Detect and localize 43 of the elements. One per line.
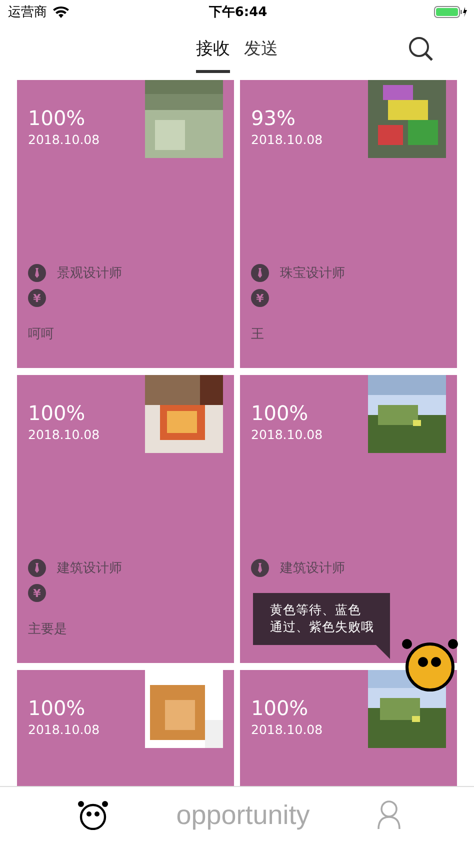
progress-percent: 93% bbox=[251, 106, 296, 130]
opportunity-tab[interactable]: opportunity bbox=[176, 800, 310, 830]
card-date: 2018.10.08 bbox=[28, 722, 100, 737]
progress-percent: 100% bbox=[28, 696, 86, 720]
progress-percent: 100% bbox=[251, 696, 310, 720]
progress-percent: 100% bbox=[28, 401, 86, 425]
mascot-icon[interactable] bbox=[401, 638, 459, 692]
job-title: 珠宝设计师 bbox=[280, 265, 345, 282]
job-title: 建筑设计师 bbox=[57, 560, 122, 577]
battery-icon bbox=[434, 5, 468, 19]
task-card[interactable]: 93% 2018.10.08 珠宝设计师 ¥ 王 bbox=[240, 80, 457, 368]
carrier-name: 运营商 bbox=[8, 4, 47, 21]
card-note: 王 bbox=[251, 326, 264, 343]
mascot-tab-icon[interactable] bbox=[77, 800, 110, 830]
nav-tab[interactable]: 接收 bbox=[196, 29, 230, 73]
card-date: 2018.10.08 bbox=[251, 722, 323, 737]
currency-icon: ¥ bbox=[28, 584, 46, 602]
nav-tab[interactable]: 发送 bbox=[244, 29, 278, 73]
tooltip-text: 黄色等待、蓝色 bbox=[270, 601, 361, 618]
progress-percent: 100% bbox=[28, 106, 86, 130]
card-date: 2018.10.08 bbox=[28, 427, 100, 442]
tie-icon bbox=[28, 264, 46, 282]
card-note: 主要是 bbox=[28, 621, 67, 638]
progress-percent: 100% bbox=[251, 401, 310, 425]
tooltip-text: 通过、紫色失败哦 bbox=[270, 618, 374, 635]
card-date: 2018.10.08 bbox=[28, 132, 100, 147]
task-card[interactable]: 100% 2018.10.08 bbox=[17, 670, 234, 786]
job-title: 景观设计师 bbox=[57, 265, 122, 282]
job-title: 建筑设计师 bbox=[280, 560, 345, 577]
status-time: 下午6:44 bbox=[208, 4, 268, 21]
tie-icon bbox=[251, 264, 269, 282]
task-card[interactable]: 100% 2018.10.08 建筑设计师 ¥ 主要是 bbox=[17, 375, 234, 663]
task-card[interactable]: 100% 2018.10.08 景观设计师 ¥ 呵呵 bbox=[17, 80, 234, 368]
card-date: 2018.10.08 bbox=[251, 427, 323, 442]
wifi-icon bbox=[53, 6, 69, 18]
tie-icon bbox=[28, 559, 46, 577]
tie-icon bbox=[251, 559, 269, 577]
card-note: 呵呵 bbox=[28, 326, 54, 343]
card-date: 2018.10.08 bbox=[251, 132, 323, 147]
currency-icon: ¥ bbox=[251, 289, 269, 307]
task-card[interactable]: 100% 2018.10.08 bbox=[240, 670, 457, 786]
currency-icon: ¥ bbox=[28, 289, 46, 307]
search-icon[interactable] bbox=[408, 36, 434, 62]
